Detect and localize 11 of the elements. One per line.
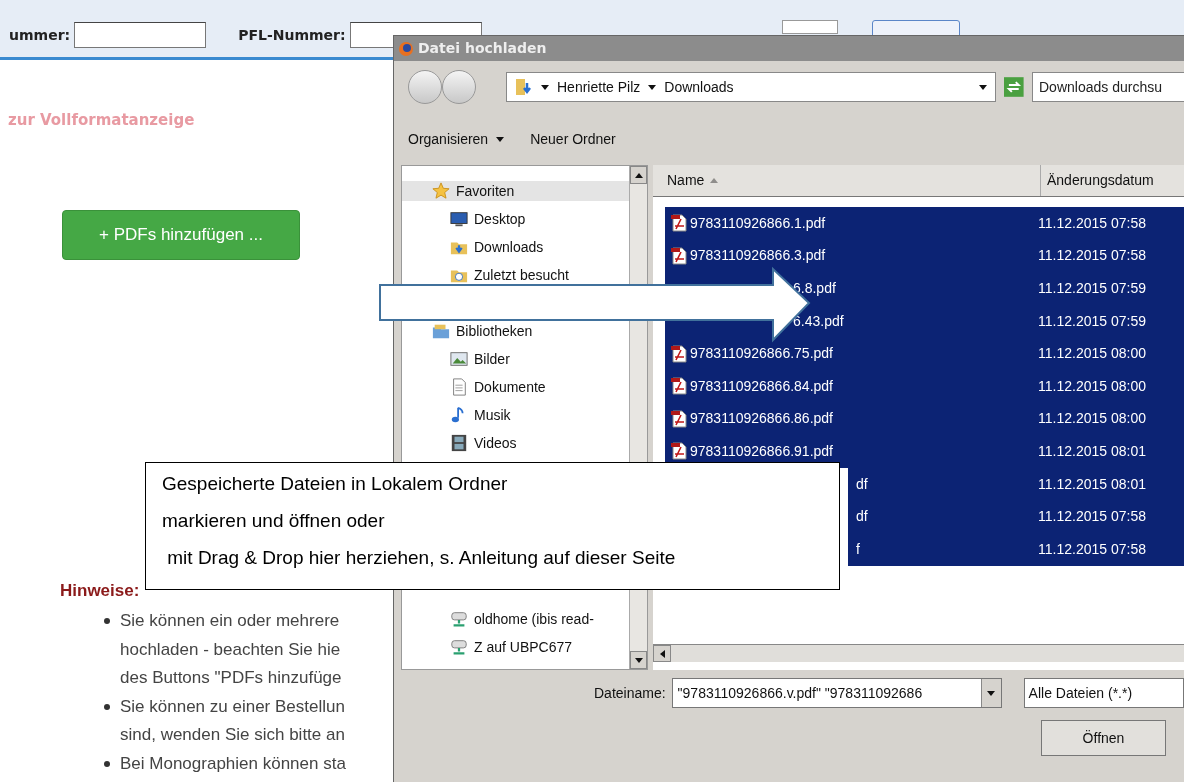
field-label: Dateiname: <box>594 683 666 703</box>
callout-line: mit Drag & Drop hier herziehen, s. Anleitung auf dieser Seite <box>166 546 676 570</box>
hint-text: Bei Monographien können sta <box>120 752 346 775</box>
hints-heading: Hinweise: <box>60 580 141 602</box>
window-title: Datei hochladen <box>418 39 547 58</box>
callout-line: markieren und öffnen oder <box>162 509 385 533</box>
callout-line: Gespeicherte Dateien in Lokalem Ordner <box>162 472 508 496</box>
hint-text: Sie können zu einer Bestellun sind, wenden Sie sich bitte an <box>120 695 345 746</box>
field-label: ummer: <box>9 25 71 45</box>
field-label: PFL-Nummer: <box>238 25 346 45</box>
hint-text: Sie können ein oder mehrere hochladen - beachten Sie hie des Buttons "PDFs hinzufüge <box>120 610 342 689</box>
